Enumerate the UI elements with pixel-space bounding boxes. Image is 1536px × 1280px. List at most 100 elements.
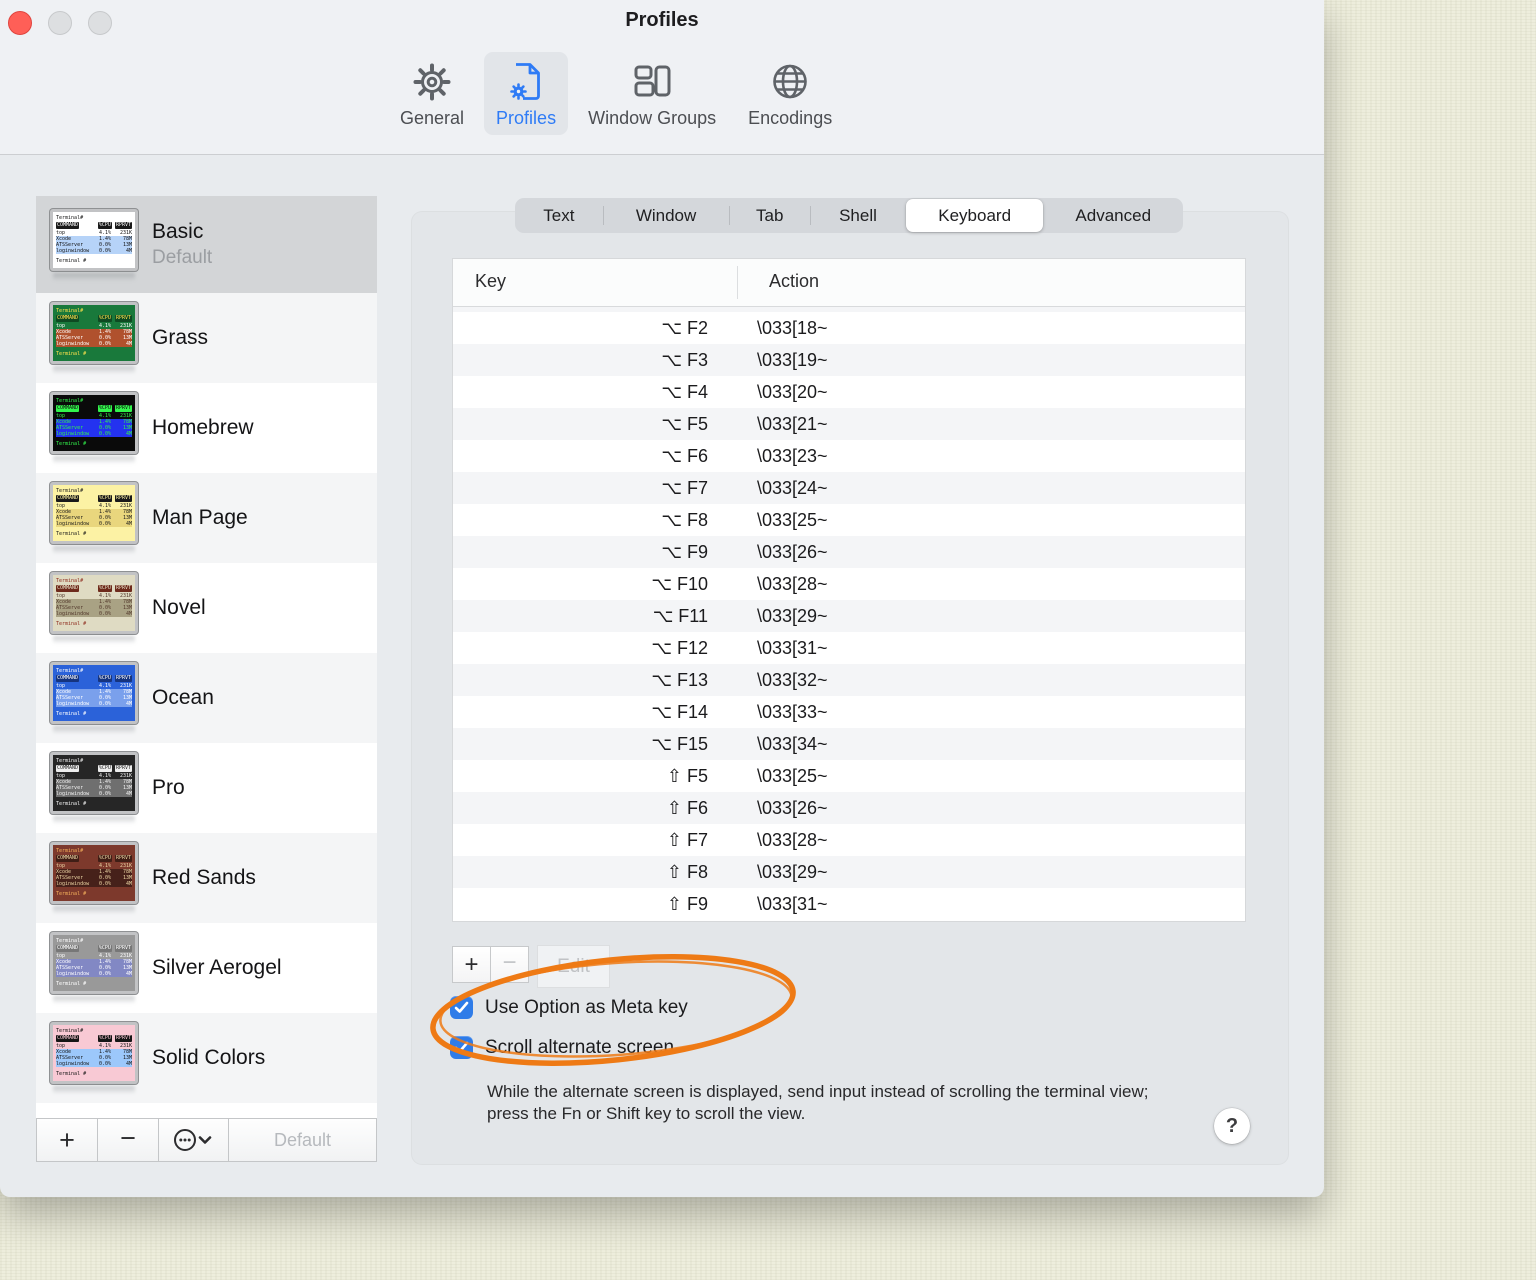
mini-terminal-preview: Terminal# COMMAND %CPU RPRVT top 4.1% 231K… <box>53 211 135 268</box>
profile-list-item-silver-aerogel[interactable]: Terminal# COMMAND %CPU RPRVT top 4.1% 231K… <box>36 923 377 1013</box>
tab-keyboard[interactable]: Keyboard <box>905 199 1044 232</box>
toolbar-item-profiles[interactable]: Profiles <box>484 52 569 135</box>
action-cell: \033[29~ <box>757 862 828 882</box>
profile-name: Grass <box>152 326 209 349</box>
table-row[interactable]: ⌥ F7 \033[24~ <box>453 472 1245 504</box>
table-row[interactable]: ⌥ F10 \033[28~ <box>453 568 1245 600</box>
column-divider[interactable] <box>737 266 738 299</box>
table-row[interactable]: ⌥ F11 \033[29~ <box>453 600 1245 632</box>
key-cell: ⌥ F5 <box>661 414 708 434</box>
table-row[interactable]: ⌥ F4 \033[20~ <box>453 376 1245 408</box>
mini-terminal-title: Terminal# <box>56 398 84 404</box>
column-header-action: Action <box>769 271 820 291</box>
mini-terminal-prompt: Terminal # <box>56 441 87 447</box>
table-row[interactable]: ⇧ F6 \033[26~ <box>453 792 1245 824</box>
table-row[interactable]: ⌥ F12 \033[31~ <box>453 632 1245 664</box>
key-cell: ⇧ F6 <box>666 798 708 818</box>
mini-terminal-title: Terminal# <box>56 668 84 674</box>
checkmark-icon <box>454 1041 469 1053</box>
profile-list-item-grass[interactable]: Terminal# COMMAND %CPU RPRVT top 4.1% 231K… <box>36 293 377 383</box>
key-cell: ⌥ F8 <box>661 510 708 530</box>
profile-list-item-man-page[interactable]: Terminal# COMMAND %CPU RPRVT top 4.1% 231K… <box>36 473 377 563</box>
profile-list-item-basic[interactable]: Terminal# COMMAND %CPU RPRVT top 4.1% 231K… <box>36 196 377 293</box>
action-cell: \033[34~ <box>757 734 828 754</box>
thumbnail-reflection <box>53 456 135 464</box>
set-default-button[interactable]: Default <box>229 1119 376 1161</box>
table-row[interactable]: ⌥ F3 \033[19~ <box>453 344 1245 376</box>
toolbar: Profiles General Profiles Window Groups … <box>0 0 1324 155</box>
checkbox-label[interactable]: Use Option as Meta key <box>485 997 688 1019</box>
alternate-screen-help-text: While the alternate screen is displayed,… <box>487 1082 1149 1123</box>
profile-list-item-red-sands[interactable]: Terminal# COMMAND %CPU RPRVT top 4.1% 231K… <box>36 833 377 923</box>
table-row[interactable]: ⌥ F5 \033[21~ <box>453 408 1245 440</box>
key-cell: ⌥ F15 <box>651 734 708 754</box>
profile-list-item-homebrew[interactable]: Terminal# COMMAND %CPU RPRVT top 4.1% 231K… <box>36 383 377 473</box>
use-option-as-meta-checkbox[interactable] <box>450 996 473 1019</box>
table-body: ⌥ F2 \033[18~ ⌥ F3 \033[19~ ⌥ F4 \033[20… <box>453 307 1245 920</box>
checkmark-icon <box>454 1001 469 1013</box>
thumbnail-reflection <box>53 906 135 914</box>
remove-profile-button[interactable]: − <box>98 1119 159 1161</box>
table-row[interactable]: ⇧ F5 \033[25~ <box>453 760 1245 792</box>
toolbar-item-general[interactable]: General <box>388 52 476 135</box>
profile-thumbnail: Terminal# COMMAND %CPU RPRVT top 4.1% 231K… <box>50 482 138 554</box>
more-options-button[interactable] <box>159 1119 229 1161</box>
action-cell: \033[26~ <box>757 798 828 818</box>
table-row[interactable]: ⌥ F13 \033[32~ <box>453 664 1245 696</box>
table-row[interactable]: ⇧ F8 \033[29~ <box>453 856 1245 888</box>
add-remove-group: + − <box>452 946 529 983</box>
checkbox-label[interactable]: Scroll alternate screen <box>485 1037 674 1059</box>
window-title: Profiles <box>625 9 699 31</box>
toolbar-item-window-groups[interactable]: Window Groups <box>576 52 728 135</box>
profile-name: Basic <box>152 220 204 243</box>
scroll-alternate-screen-checkbox[interactable] <box>450 1036 473 1059</box>
mini-terminal-preview: Terminal# COMMAND %CPU RPRVT top 4.1% 231K… <box>53 575 135 631</box>
table-row[interactable]: ⌥ F6 \033[23~ <box>453 440 1245 472</box>
tab-window[interactable]: Window <box>602 198 730 233</box>
add-profile-button[interactable]: + <box>37 1119 98 1161</box>
column-header-key: Key <box>475 271 507 291</box>
tab-shell[interactable]: Shell <box>810 198 906 233</box>
table-row[interactable]: ⌥ F15 \033[34~ <box>453 728 1245 760</box>
action-cell: \033[29~ <box>757 606 828 626</box>
key-cell: ⌥ F12 <box>651 638 708 658</box>
profile-thumbnail: Terminal# COMMAND %CPU RPRVT top 4.1% 231K… <box>50 932 138 1004</box>
profile-name: Red Sands <box>152 866 256 889</box>
terminal-preferences-window: Profiles General Profiles Window Groups … <box>0 0 1324 1197</box>
key-cell: ⌥ F10 <box>651 574 708 594</box>
mini-terminal-preview: Terminal# COMMAND %CPU RPRVT top 4.1% 231K… <box>53 485 135 541</box>
tab-advanced[interactable]: Advanced <box>1043 198 1183 233</box>
mini-terminal-prompt: Terminal # <box>56 891 87 897</box>
table-row[interactable]: ⌥ F9 \033[26~ <box>453 536 1245 568</box>
table-row[interactable]: ⌥ F8 \033[25~ <box>453 504 1245 536</box>
mini-terminal-prompt: Terminal # <box>56 257 87 264</box>
mini-terminal-prompt: Terminal # <box>56 981 87 987</box>
key-cell: ⌥ F13 <box>651 670 708 690</box>
table-row[interactable]: ⌥ F14 \033[33~ <box>453 696 1245 728</box>
table-row[interactable]: ⇧ F7 \033[28~ <box>453 824 1245 856</box>
add-key-button[interactable]: + <box>453 947 491 982</box>
toolbar-item-label: General <box>400 108 465 128</box>
profile-name: Silver Aerogel <box>152 956 282 979</box>
table-row[interactable]: ⌥ F2 \033[18~ <box>453 312 1245 344</box>
key-cell: ⇧ F9 <box>666 894 708 914</box>
remove-key-button[interactable]: − <box>491 947 528 982</box>
option-use-option-as-meta: Use Option as Meta key <box>450 996 688 1019</box>
table-row[interactable]: ⇧ F9 \033[31~ <box>453 888 1245 920</box>
action-cell: \033[32~ <box>757 670 828 690</box>
tab-text[interactable]: Text <box>515 198 603 233</box>
help-button[interactable]: ? <box>1214 1108 1250 1144</box>
profile-list-item-pro[interactable]: Terminal# COMMAND %CPU RPRVT top 4.1% 231K… <box>36 743 377 833</box>
toolbar-item-encodings[interactable]: Encodings <box>736 52 844 135</box>
question-mark: ? <box>1225 1114 1239 1137</box>
profile-list-item-solid-colors[interactable]: Terminal# COMMAND %CPU RPRVT top 4.1% 231K… <box>36 1013 377 1103</box>
edit-key-button[interactable]: Edit <box>537 945 610 988</box>
profile-name: Pro <box>152 776 185 799</box>
profile-list-item-novel[interactable]: Terminal# COMMAND %CPU RPRVT top 4.1% 231K… <box>36 563 377 653</box>
profile-list-item-ocean[interactable]: Terminal# COMMAND %CPU RPRVT top 4.1% 231K… <box>36 653 377 743</box>
action-cell: \033[21~ <box>757 414 828 434</box>
sidebar-footer: + − Default <box>36 1118 377 1162</box>
profile-thumbnail: Terminal# COMMAND %CPU RPRVT top 4.1% 231K… <box>50 572 138 644</box>
tab-tab[interactable]: Tab <box>729 198 810 233</box>
mini-terminal-prompt: Terminal # <box>56 351 87 357</box>
